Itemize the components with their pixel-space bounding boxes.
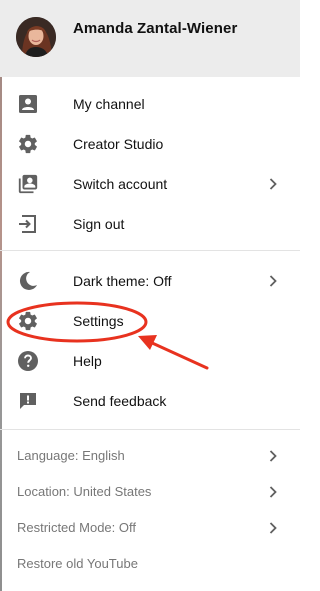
moon-icon <box>17 270 39 292</box>
menu-item-label: Restricted Mode: Off <box>17 520 136 535</box>
menu-item-label: Language: English <box>17 448 125 463</box>
menu-item-creator-studio[interactable]: Creator Studio <box>0 124 300 164</box>
menu-item-label: Dark theme: Off <box>73 273 172 289</box>
chevron-right-icon <box>266 521 280 535</box>
switch-account-icon <box>17 173 39 195</box>
person-badge-icon <box>17 93 39 115</box>
chevron-right-icon <box>266 177 280 191</box>
gear-icon <box>17 133 39 155</box>
menu-item-switch-account[interactable]: Switch account <box>0 164 300 204</box>
help-icon <box>17 350 39 372</box>
menu-item-label: Location: United States <box>17 484 152 499</box>
sign-out-icon <box>17 213 39 235</box>
menu-item-send-feedback[interactable]: Send feedback <box>0 381 300 421</box>
menu-item-sign-out[interactable]: Sign out <box>0 204 300 244</box>
menu-item-language[interactable]: Language: English <box>0 438 300 474</box>
feedback-icon <box>17 390 39 412</box>
menu-item-dark-theme[interactable]: Dark theme: Off <box>0 261 300 301</box>
menu-item-help[interactable]: Help <box>0 341 300 381</box>
account-menu: Amanda Zantal-Wiener My channel Creator … <box>0 0 300 591</box>
menu-item-label: Creator Studio <box>73 136 164 152</box>
divider <box>0 250 300 251</box>
menu-item-label: Sign out <box>73 216 125 232</box>
menu-item-label: Help <box>73 353 102 369</box>
avatar[interactable] <box>16 17 56 57</box>
menu-item-restricted-mode[interactable]: Restricted Mode: Off <box>0 510 300 546</box>
menu-item-location[interactable]: Location: United States <box>0 474 300 510</box>
menu-item-label: My channel <box>73 96 145 112</box>
chevron-right-icon <box>266 449 280 463</box>
account-name: Amanda Zantal-Wiener <box>73 20 238 37</box>
menu-item-label: Send feedback <box>73 393 167 409</box>
divider <box>0 429 300 430</box>
menu-item-my-channel[interactable]: My channel <box>0 84 300 124</box>
menu-item-label: Restore old YouTube <box>17 556 138 571</box>
menu-item-settings[interactable]: Settings <box>0 301 300 341</box>
chevron-right-icon <box>266 485 280 499</box>
account-header[interactable]: Amanda Zantal-Wiener <box>0 0 300 77</box>
chevron-right-icon <box>266 274 280 288</box>
menu-item-label: Settings <box>73 313 124 329</box>
menu-item-restore-old-youtube[interactable]: Restore old YouTube <box>0 546 300 582</box>
gear-icon <box>17 310 39 332</box>
menu-item-label: Switch account <box>73 176 168 192</box>
